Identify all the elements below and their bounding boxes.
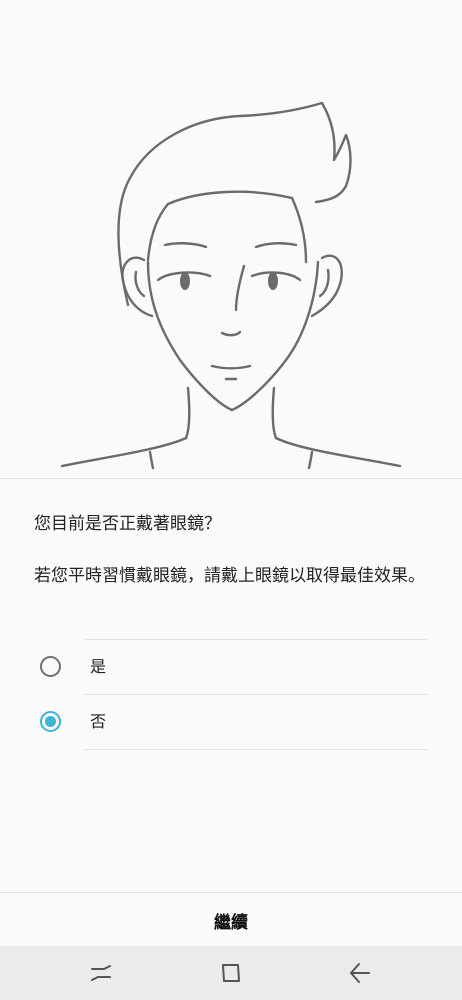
question-text: 您目前是否正戴著眼鏡？ [34,514,221,534]
option-divider [84,749,428,750]
hint-text: 若您平時習慣戴眼鏡，請戴上眼鏡以取得最佳效果。 [34,566,425,586]
home-icon[interactable] [216,958,246,988]
face-outline-illustration-icon [60,101,402,470]
system-navigation-bar [0,946,462,1000]
option-no[interactable]: 否 [0,695,462,750]
option-yes-label: 是 [90,657,107,676]
option-yes[interactable]: 是 [0,640,462,695]
radio-unchecked-icon[interactable] [40,656,61,677]
continue-button[interactable]: 繼續 [0,893,462,947]
bottom-action-bar: 繼續 [0,892,462,947]
face-illustration [0,0,462,478]
recent-apps-icon[interactable] [86,958,116,988]
radio-checked-icon[interactable] [40,711,61,732]
back-arrow-icon[interactable] [345,958,375,988]
illustration-divider [0,478,462,479]
option-no-label: 否 [90,712,107,731]
